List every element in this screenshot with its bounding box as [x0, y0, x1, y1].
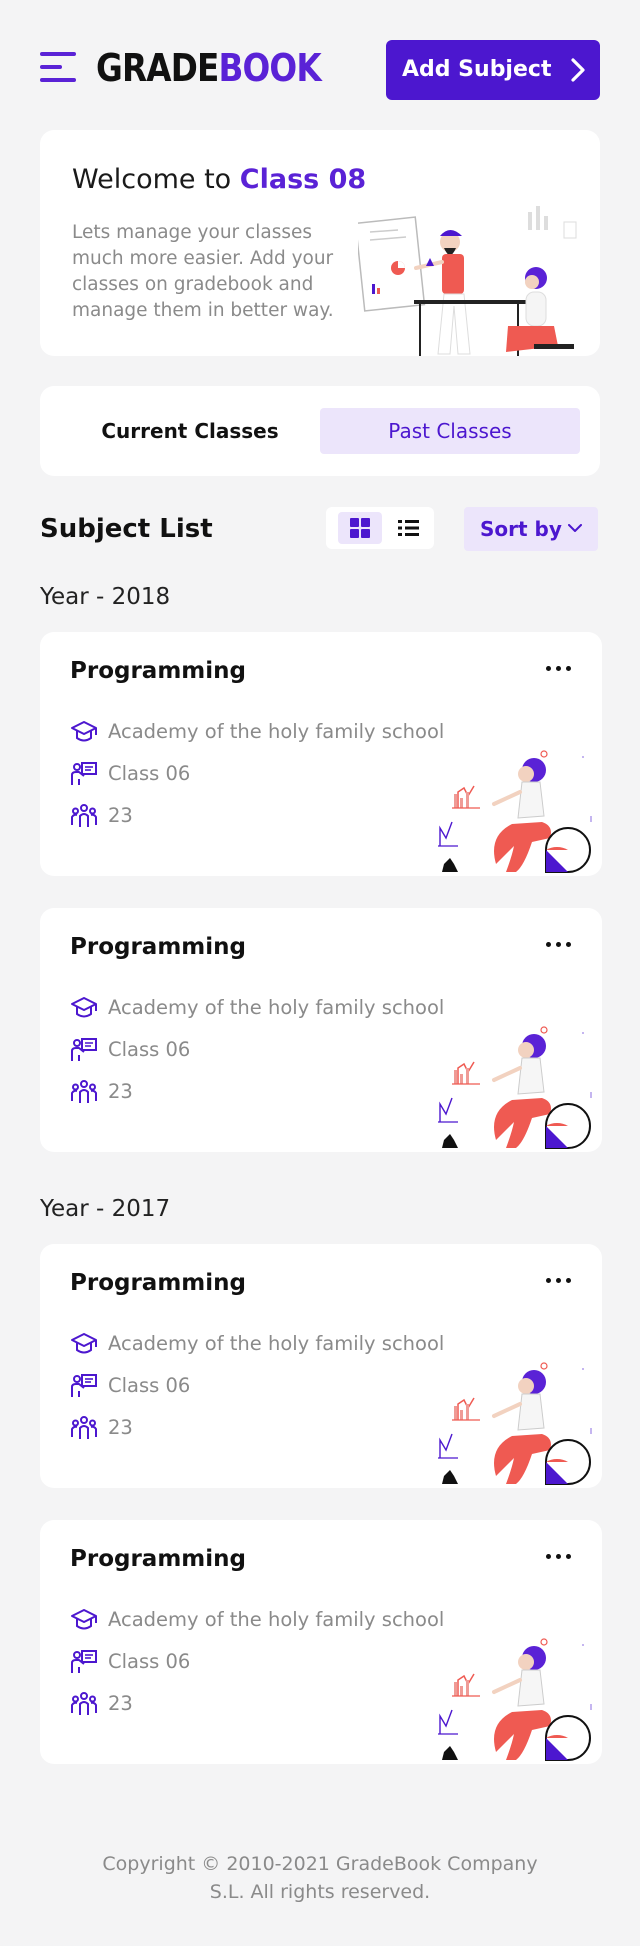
more-options-icon[interactable]	[544, 658, 574, 678]
subject-card[interactable]: Programming Academy of the holy family sc…	[40, 1244, 602, 1488]
class-row: Class 06	[70, 1372, 190, 1400]
subject-card[interactable]: Programming Academy of the holy family sc…	[40, 908, 602, 1152]
sort-label: Sort by	[480, 517, 562, 541]
class-name: Class 06	[108, 1038, 191, 1061]
add-subject-label: Add Subject	[402, 57, 552, 82]
gradebook-logo: GRADEBOOK	[96, 46, 322, 90]
school-name: Academy of the holy family school	[108, 1332, 445, 1355]
subject-title: Programming	[70, 658, 246, 684]
students-group-icon	[70, 1690, 98, 1718]
students-row: 23	[70, 1690, 133, 1718]
class-tabs: Current Classes Past Classes	[40, 386, 600, 476]
class-name: Class 06	[108, 1650, 191, 1673]
class-name: Class 06	[108, 1374, 191, 1397]
welcome-title: Welcome to Class 08	[72, 164, 367, 195]
subject-card[interactable]: Programming Academy of the holy family sc…	[40, 1520, 602, 1764]
footer-copyright: Copyright © 2010-2021 GradeBook Company …	[102, 1853, 538, 1903]
classroom-icon	[70, 1372, 98, 1400]
tab-current-classes[interactable]: Current Classes	[60, 408, 320, 454]
class-row: Class 06	[70, 760, 190, 788]
graduation-cap-icon	[70, 1606, 98, 1634]
year-heading: Year - 2018	[40, 584, 171, 610]
subject-card[interactable]: Programming Academy of the holy family sc…	[40, 632, 602, 876]
students-row: 23	[70, 802, 133, 830]
subject-list-title: Subject List	[40, 514, 213, 544]
graduation-cap-icon	[70, 994, 98, 1022]
app-header: GRADEBOOK Add Subject	[0, 0, 640, 130]
students-count: 23	[108, 1080, 133, 1103]
students-row: 23	[70, 1414, 133, 1442]
list-view-icon[interactable]	[388, 512, 428, 544]
students-row: 23	[70, 1078, 133, 1106]
subject-title: Programming	[70, 1546, 246, 1572]
more-options-icon[interactable]	[544, 934, 574, 954]
school-row: Academy of the holy family school	[70, 718, 444, 746]
year-heading: Year - 2017	[40, 1196, 171, 1222]
more-options-icon[interactable]	[544, 1270, 574, 1290]
tab-past-classes[interactable]: Past Classes	[320, 408, 580, 454]
graduation-cap-icon	[70, 718, 98, 746]
school-name: Academy of the holy family school	[108, 1608, 445, 1631]
welcome-card: Welcome to Class 08 Lets manage your cla…	[40, 130, 600, 356]
students-group-icon	[70, 1078, 98, 1106]
welcome-description: Lets manage your classes much more easie…	[72, 222, 334, 321]
class-row: Class 06	[70, 1036, 190, 1064]
teacher-illustration	[358, 206, 577, 356]
student-chart-illustration	[438, 1362, 592, 1485]
chevron-down-icon	[568, 524, 582, 532]
student-chart-illustration	[438, 1638, 592, 1761]
student-chart-illustration	[438, 1026, 592, 1149]
subject-title: Programming	[70, 934, 246, 960]
view-toggle	[326, 507, 434, 549]
chevron-right-icon	[571, 58, 585, 82]
school-name: Academy of the holy family school	[108, 720, 445, 743]
graduation-cap-icon	[70, 1330, 98, 1358]
grid-view-icon[interactable]	[338, 512, 382, 544]
classroom-icon	[70, 1648, 98, 1676]
students-count: 23	[108, 1416, 133, 1439]
class-name: Class 06	[108, 762, 191, 785]
sort-dropdown[interactable]: Sort by	[464, 507, 598, 551]
students-group-icon	[70, 1414, 98, 1442]
menu-icon[interactable]	[40, 50, 76, 84]
school-row: Academy of the holy family school	[70, 1330, 444, 1358]
school-row: Academy of the holy family school	[70, 1606, 444, 1634]
classroom-icon	[70, 1036, 98, 1064]
student-chart-illustration	[438, 750, 592, 873]
subject-title: Programming	[70, 1270, 246, 1296]
add-subject-button[interactable]: Add Subject	[386, 40, 600, 100]
more-options-icon[interactable]	[544, 1546, 574, 1566]
classroom-icon	[70, 760, 98, 788]
school-row: Academy of the holy family school	[70, 994, 444, 1022]
students-count: 23	[108, 804, 133, 827]
students-count: 23	[108, 1692, 133, 1715]
students-group-icon	[70, 802, 98, 830]
school-name: Academy of the holy family school	[108, 996, 445, 1019]
class-row: Class 06	[70, 1648, 190, 1676]
